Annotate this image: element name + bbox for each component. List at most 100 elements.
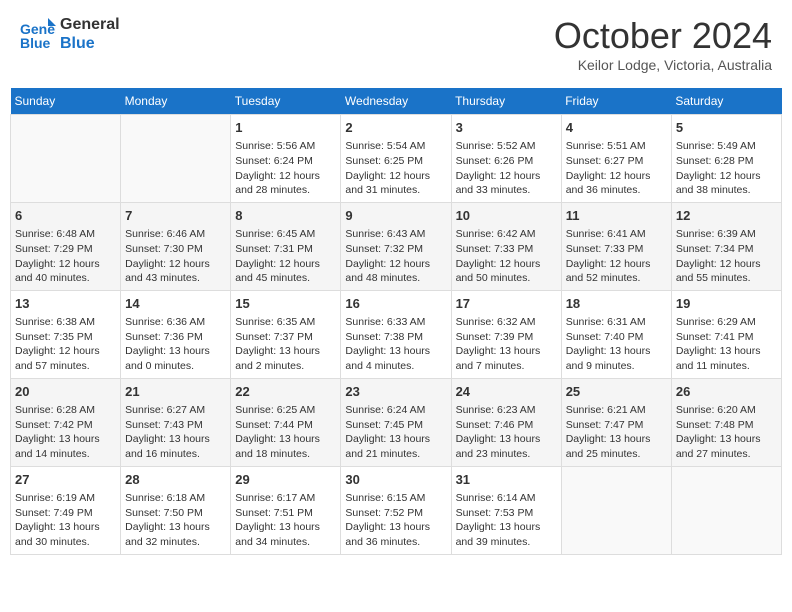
- page-header: General Blue General Blue October 2024 K…: [10, 10, 782, 78]
- calendar-cell: 9Sunrise: 6:43 AM Sunset: 7:32 PM Daylig…: [341, 202, 451, 290]
- calendar-cell: 20 Sunrise: 6:28 AM Sunset: 7:42 PM Dayli…: [11, 378, 121, 466]
- header-saturday: Saturday: [671, 88, 781, 115]
- day-info: Sunrise: 6:23 AM Sunset: 7:46 PM Dayligh…: [456, 403, 557, 462]
- calendar-cell: 18 Sunrise: 6:31 AM Sunset: 7:40 PM Dayli…: [561, 290, 671, 378]
- day-number: 16: [345, 295, 446, 313]
- calendar-cell: 22 Sunrise: 6:25 AM Sunset: 7:44 PM Dayli…: [231, 378, 341, 466]
- day-number: 29: [235, 471, 336, 489]
- day-number: 8: [235, 207, 336, 225]
- day-info: Sunrise: 6:32 AM Sunset: 7:39 PM Dayligh…: [456, 315, 557, 374]
- day-number: 26: [676, 383, 777, 401]
- header-wednesday: Wednesday: [341, 88, 451, 115]
- day-info: Sunrise: 6:38 AM Sunset: 7:35 PM Dayligh…: [15, 315, 116, 374]
- day-number: 2: [345, 119, 446, 137]
- calendar-cell: 13 Sunrise: 6:38 AM Sunset: 7:35 PM Dayli…: [11, 290, 121, 378]
- calendar-cell: 15 Sunrise: 6:35 AM Sunset: 7:37 PM Dayli…: [231, 290, 341, 378]
- day-number: 13: [15, 295, 116, 313]
- calendar-cell: 3Sunrise: 5:52 AM Sunset: 6:26 PM Daylig…: [451, 115, 561, 203]
- day-info: Sunrise: 6:14 AM Sunset: 7:53 PM Dayligh…: [456, 491, 557, 550]
- calendar-cell: 12 Sunrise: 6:39 AM Sunset: 7:34 PM Dayli…: [671, 202, 781, 290]
- day-number: 14: [125, 295, 226, 313]
- logo-icon: General Blue: [20, 16, 56, 52]
- day-number: 10: [456, 207, 557, 225]
- week-row-3: 13 Sunrise: 6:38 AM Sunset: 7:35 PM Dayli…: [11, 290, 782, 378]
- day-number: 21: [125, 383, 226, 401]
- day-info: Sunrise: 6:35 AM Sunset: 7:37 PM Dayligh…: [235, 315, 336, 374]
- day-number: 11: [566, 207, 667, 225]
- calendar-cell: 10 Sunrise: 6:42 AM Sunset: 7:33 PM Dayli…: [451, 202, 561, 290]
- calendar-cell: 14Sunrise: 6:36 AM Sunset: 7:36 PM Dayli…: [121, 290, 231, 378]
- calendar-cell: 23 Sunrise: 6:24 AM Sunset: 7:45 PM Dayli…: [341, 378, 451, 466]
- week-row-5: 27 Sunrise: 6:19 AM Sunset: 7:49 PM Dayli…: [11, 466, 782, 554]
- day-info: Sunrise: 6:20 AM Sunset: 7:48 PM Dayligh…: [676, 403, 777, 462]
- day-info: Sunrise: 6:43 AM Sunset: 7:32 PM Dayligh…: [345, 227, 446, 286]
- logo-blue: Blue: [60, 34, 120, 53]
- day-info: Sunrise: 6:29 AM Sunset: 7:41 PM Dayligh…: [676, 315, 777, 374]
- calendar-cell: 29 Sunrise: 6:17 AM Sunset: 7:51 PM Dayli…: [231, 466, 341, 554]
- day-number: 18: [566, 295, 667, 313]
- day-number: 1: [235, 119, 336, 137]
- title-block: October 2024 Keilor Lodge, Victoria, Aus…: [554, 15, 772, 73]
- day-number: 31: [456, 471, 557, 489]
- month-title: October 2024: [554, 15, 772, 57]
- calendar-cell: 17 Sunrise: 6:32 AM Sunset: 7:39 PM Dayli…: [451, 290, 561, 378]
- day-info: Sunrise: 5:51 AM Sunset: 6:27 PM Dayligh…: [566, 139, 667, 198]
- day-info: Sunrise: 6:28 AM Sunset: 7:42 PM Dayligh…: [15, 403, 116, 462]
- day-info: Sunrise: 6:46 AM Sunset: 7:30 PM Dayligh…: [125, 227, 226, 286]
- day-info: Sunrise: 6:21 AM Sunset: 7:47 PM Dayligh…: [566, 403, 667, 462]
- calendar-cell: 1 Sunrise: 5:56 AM Sunset: 6:24 PM Daylig…: [231, 115, 341, 203]
- calendar-cell: [671, 466, 781, 554]
- calendar-cell: 27 Sunrise: 6:19 AM Sunset: 7:49 PM Dayli…: [11, 466, 121, 554]
- day-info: Sunrise: 6:17 AM Sunset: 7:51 PM Dayligh…: [235, 491, 336, 550]
- day-number: 23: [345, 383, 446, 401]
- header-friday: Friday: [561, 88, 671, 115]
- day-info: Sunrise: 6:31 AM Sunset: 7:40 PM Dayligh…: [566, 315, 667, 374]
- week-row-2: 6Sunrise: 6:48 AM Sunset: 7:29 PM Daylig…: [11, 202, 782, 290]
- day-info: Sunrise: 5:54 AM Sunset: 6:25 PM Dayligh…: [345, 139, 446, 198]
- calendar-cell: 4Sunrise: 5:51 AM Sunset: 6:27 PM Daylig…: [561, 115, 671, 203]
- week-row-4: 20 Sunrise: 6:28 AM Sunset: 7:42 PM Dayli…: [11, 378, 782, 466]
- day-info: Sunrise: 6:42 AM Sunset: 7:33 PM Dayligh…: [456, 227, 557, 286]
- day-number: 20: [15, 383, 116, 401]
- day-info: Sunrise: 6:45 AM Sunset: 7:31 PM Dayligh…: [235, 227, 336, 286]
- calendar-cell: 16 Sunrise: 6:33 AM Sunset: 7:38 PM Dayli…: [341, 290, 451, 378]
- calendar-cell: 28 Sunrise: 6:18 AM Sunset: 7:50 PM Dayli…: [121, 466, 231, 554]
- day-number: 15: [235, 295, 336, 313]
- calendar-table: SundayMondayTuesdayWednesdayThursdayFrid…: [10, 88, 782, 555]
- day-info: Sunrise: 5:49 AM Sunset: 6:28 PM Dayligh…: [676, 139, 777, 198]
- calendar-cell: 31 Sunrise: 6:14 AM Sunset: 7:53 PM Dayli…: [451, 466, 561, 554]
- day-info: Sunrise: 6:33 AM Sunset: 7:38 PM Dayligh…: [345, 315, 446, 374]
- day-number: 25: [566, 383, 667, 401]
- day-number: 3: [456, 119, 557, 137]
- day-number: 7: [125, 207, 226, 225]
- day-number: 19: [676, 295, 777, 313]
- day-info: Sunrise: 6:41 AM Sunset: 7:33 PM Dayligh…: [566, 227, 667, 286]
- calendar-cell: [561, 466, 671, 554]
- day-info: Sunrise: 6:24 AM Sunset: 7:45 PM Dayligh…: [345, 403, 446, 462]
- day-number: 27: [15, 471, 116, 489]
- calendar-header-row: SundayMondayTuesdayWednesdayThursdayFrid…: [11, 88, 782, 115]
- day-info: Sunrise: 6:39 AM Sunset: 7:34 PM Dayligh…: [676, 227, 777, 286]
- calendar-cell: 21Sunrise: 6:27 AM Sunset: 7:43 PM Dayli…: [121, 378, 231, 466]
- calendar-cell: 2 Sunrise: 5:54 AM Sunset: 6:25 PM Daylig…: [341, 115, 451, 203]
- day-info: Sunrise: 6:25 AM Sunset: 7:44 PM Dayligh…: [235, 403, 336, 462]
- calendar-cell: [11, 115, 121, 203]
- day-info: Sunrise: 6:19 AM Sunset: 7:49 PM Dayligh…: [15, 491, 116, 550]
- day-number: 28: [125, 471, 226, 489]
- day-number: 12: [676, 207, 777, 225]
- calendar-cell: 11 Sunrise: 6:41 AM Sunset: 7:33 PM Dayli…: [561, 202, 671, 290]
- header-thursday: Thursday: [451, 88, 561, 115]
- day-info: Sunrise: 6:15 AM Sunset: 7:52 PM Dayligh…: [345, 491, 446, 550]
- calendar-cell: 6Sunrise: 6:48 AM Sunset: 7:29 PM Daylig…: [11, 202, 121, 290]
- day-number: 22: [235, 383, 336, 401]
- day-number: 17: [456, 295, 557, 313]
- logo: General Blue General Blue: [20, 15, 120, 53]
- day-info: Sunrise: 6:18 AM Sunset: 7:50 PM Dayligh…: [125, 491, 226, 550]
- svg-text:Blue: Blue: [20, 35, 51, 51]
- week-row-1: 1 Sunrise: 5:56 AM Sunset: 6:24 PM Daylig…: [11, 115, 782, 203]
- header-tuesday: Tuesday: [231, 88, 341, 115]
- header-sunday: Sunday: [11, 88, 121, 115]
- calendar-cell: 19 Sunrise: 6:29 AM Sunset: 7:41 PM Dayli…: [671, 290, 781, 378]
- day-number: 6: [15, 207, 116, 225]
- day-info: Sunrise: 5:56 AM Sunset: 6:24 PM Dayligh…: [235, 139, 336, 198]
